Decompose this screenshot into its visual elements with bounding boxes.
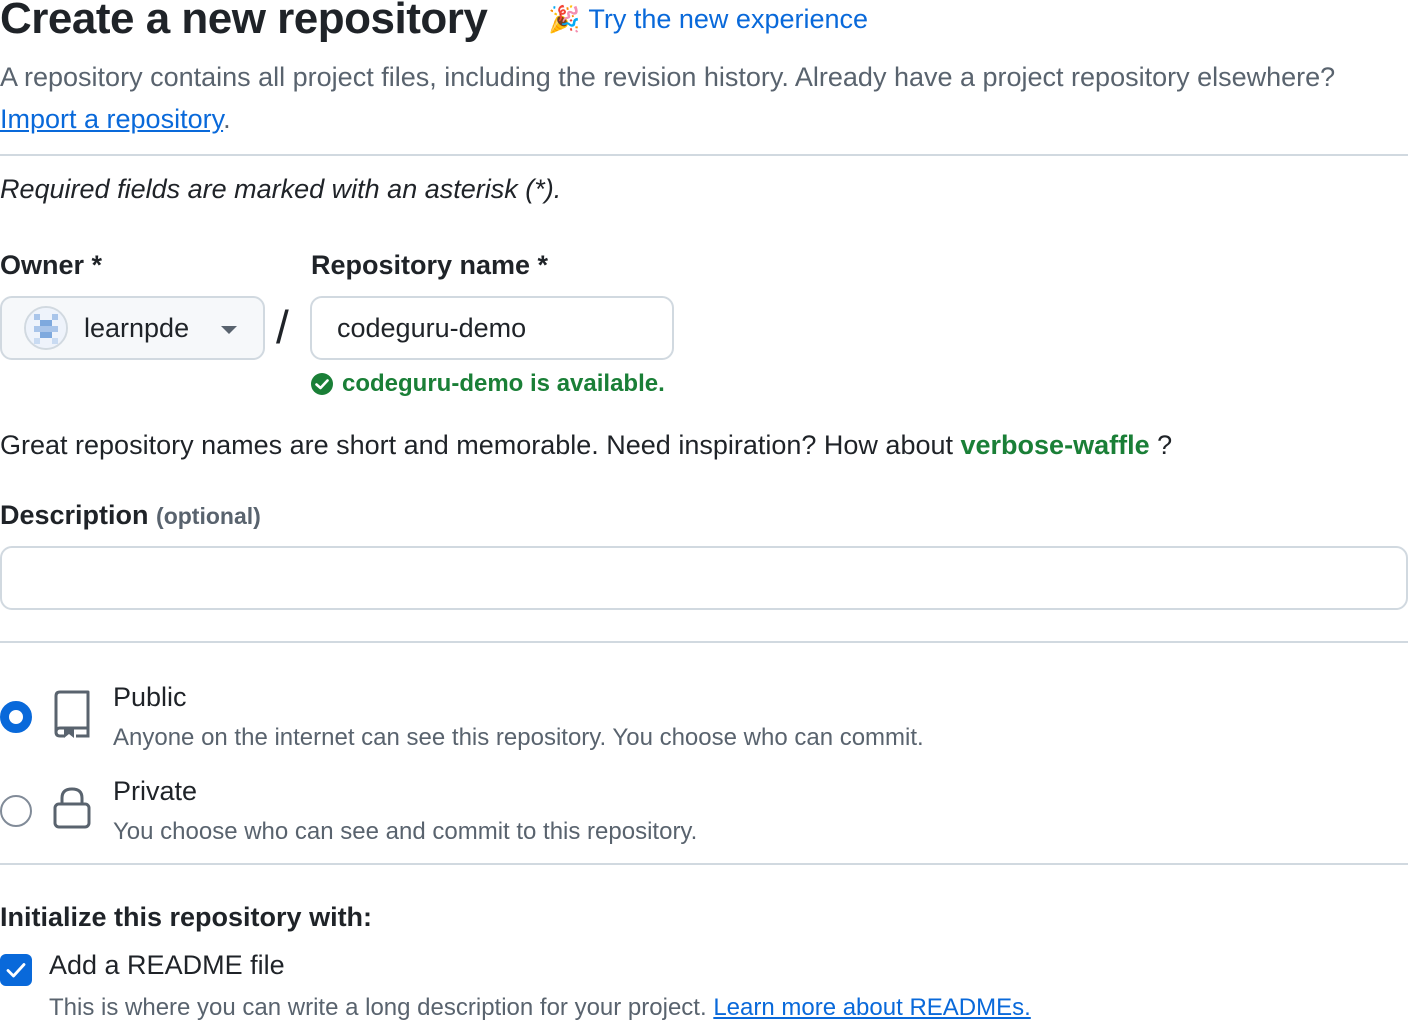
private-radio[interactable]	[0, 795, 32, 827]
inspiration-end: ?	[1157, 430, 1173, 460]
description-label: Description (optional)	[0, 500, 261, 531]
owner-select-button[interactable]: learnpde	[0, 296, 265, 360]
learn-more-readmes-link[interactable]: Learn more about READMEs.	[713, 994, 1030, 1021]
page-title: Create a new repository	[0, 0, 488, 43]
suggested-name-link[interactable]: verbose-waffle	[961, 430, 1150, 460]
try-new-experience-link[interactable]: 🎉 Try the new experience	[548, 4, 868, 35]
import-repository-link[interactable]: Import a repository	[0, 104, 223, 134]
name-inspiration: Great repository names are short and mem…	[0, 430, 1172, 461]
identicon-icon	[26, 308, 66, 348]
check-circle-icon	[311, 373, 333, 395]
private-option-title: Private	[113, 776, 198, 806]
public-radio[interactable]	[0, 701, 32, 733]
availability-message: codeguru-demo is available.	[310, 370, 665, 398]
avatar	[24, 306, 68, 350]
repo-icon	[54, 690, 90, 738]
page-lead: A repository contains all project files,…	[0, 56, 1400, 140]
description-input[interactable]	[0, 546, 1408, 610]
try-new-experience-label: Try the new experience	[588, 4, 869, 34]
divider	[0, 154, 1408, 156]
availability-text: codeguru-demo is available.	[342, 370, 665, 397]
lock-icon	[53, 787, 91, 829]
add-readme-checkbox[interactable]	[0, 954, 32, 986]
repo-name-input[interactable]	[310, 296, 674, 360]
readme-description: This is where you can write a long descr…	[49, 994, 1031, 1022]
add-readme-label: Add a README file	[49, 950, 285, 980]
owner-name: learnpde	[84, 312, 190, 343]
divider	[0, 863, 1408, 865]
required-note: Required fields are marked with an aster…	[0, 174, 562, 204]
lead-end: .	[223, 104, 231, 134]
repo-name-label: Repository name *	[311, 250, 549, 280]
initialize-label: Initialize this repository with:	[0, 902, 373, 932]
inspiration-text: Great repository names are short and mem…	[0, 430, 953, 460]
check-icon	[6, 963, 26, 978]
caret-down-icon	[221, 326, 237, 334]
description-label-text: Description	[0, 500, 149, 530]
owner-label: Owner *	[0, 250, 103, 280]
public-option-title: Public	[113, 682, 187, 712]
public-option-description: Anyone on the internet can see this repo…	[113, 724, 924, 751]
private-option-description: You choose who can see and commit to thi…	[113, 818, 698, 845]
divider	[0, 641, 1408, 643]
readme-description-text: This is where you can write a long descr…	[49, 994, 707, 1021]
lead-text: A repository contains all project files,…	[0, 62, 1336, 92]
description-optional-hint: (optional)	[156, 503, 261, 529]
party-popper-icon: 🎉	[548, 4, 581, 34]
owner-repo-separator: /	[276, 301, 289, 353]
